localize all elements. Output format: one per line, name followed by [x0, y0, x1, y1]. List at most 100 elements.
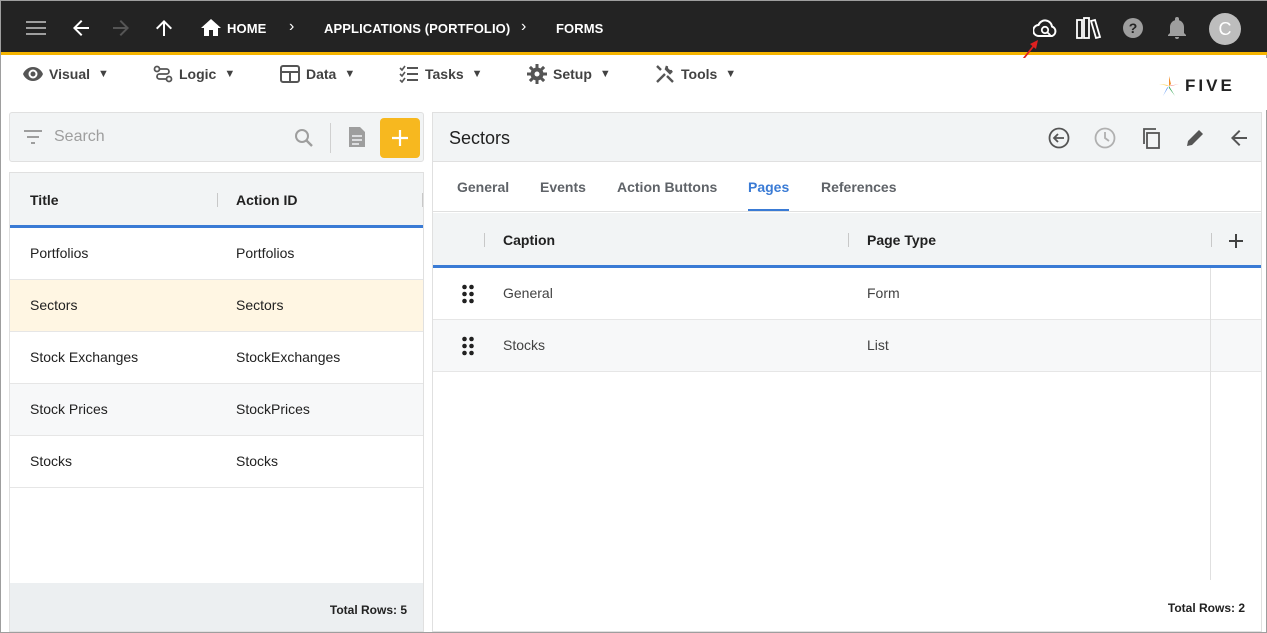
add-button[interactable]: [380, 118, 420, 158]
menu-visual-label: Visual: [49, 66, 90, 82]
row-title: Stocks: [30, 453, 73, 469]
menu-logic[interactable]: Logic ▼: [153, 64, 235, 84]
total-rows-count: Total Rows: 5: [329, 603, 407, 617]
tab-bar: General Events Action Buttons Pages Refe…: [433, 162, 1261, 212]
row-page-type: List: [867, 337, 889, 353]
tab-action-buttons[interactable]: Action Buttons: [617, 179, 717, 209]
library-books-icon[interactable]: [1076, 15, 1102, 41]
filter-icon[interactable]: [24, 130, 42, 144]
cloud-deploy-icon[interactable]: [1032, 15, 1058, 41]
notifications-bell-icon[interactable]: [1164, 15, 1190, 41]
list-row[interactable]: Stock Prices StockPrices: [10, 384, 423, 436]
menu-tools[interactable]: Tools ▼: [655, 64, 736, 84]
plus-icon: [392, 130, 408, 146]
top-bar: HOME › APPLICATIONS (PORTFOLIO) › FORMS …: [1, 1, 1267, 55]
gear-icon: [527, 64, 547, 84]
menu-logic-label: Logic: [179, 66, 217, 82]
drag-handle-icon[interactable]: [461, 336, 475, 356]
menu-data-label: Data: [306, 66, 337, 82]
row-title: Portfolios: [30, 245, 89, 261]
document-icon[interactable]: [348, 126, 366, 148]
list-row[interactable]: Portfolios Portfolios: [10, 228, 423, 280]
history-clock-icon[interactable]: [1092, 125, 1118, 151]
column-divider: [422, 193, 423, 207]
edit-pencil-icon[interactable]: [1182, 125, 1208, 151]
caret-down-icon: ▼: [224, 68, 236, 80]
user-avatar[interactable]: C: [1209, 13, 1241, 45]
column-divider: [484, 233, 485, 247]
tab-references[interactable]: References: [821, 179, 897, 209]
five-logo-mark-icon: [1159, 76, 1179, 96]
revert-icon[interactable]: [1046, 125, 1072, 151]
row-action-id: StockExchanges: [236, 349, 341, 365]
search-divider: [330, 123, 331, 153]
list-row[interactable]: Stock Exchanges StockExchanges: [10, 332, 423, 384]
row-action-id: Stocks: [236, 453, 279, 469]
total-rows-count: Total Rows: 2: [1167, 601, 1245, 615]
row-caption: Stocks: [503, 337, 546, 353]
column-header-action-id[interactable]: Action ID: [236, 192, 297, 208]
menu-setup[interactable]: Setup ▼: [527, 64, 611, 84]
table-row[interactable]: General Form: [433, 268, 1261, 320]
eye-icon: [23, 67, 43, 81]
menu-tasks[interactable]: Tasks ▼: [399, 64, 483, 84]
five-logo: FIVE: [1157, 74, 1235, 98]
search-bar: Search: [9, 112, 424, 162]
close-back-arrow-icon[interactable]: [1226, 125, 1252, 151]
forward-arrow-icon[interactable]: [108, 15, 134, 41]
breadcrumb-separator-icon: ›: [289, 18, 295, 35]
add-page-plus-icon[interactable]: [1228, 233, 1244, 249]
up-arrow-icon[interactable]: [151, 15, 177, 41]
column-divider-line: [1210, 268, 1211, 580]
breadcrumb-applications[interactable]: APPLICATIONS (PORTFOLIO): [324, 21, 510, 36]
list-row[interactable]: Stocks Stocks: [10, 436, 423, 488]
list-row-selected[interactable]: Sectors Sectors: [10, 280, 423, 332]
breadcrumb-forms[interactable]: FORMS: [556, 21, 603, 36]
column-header-page-type[interactable]: Page Type: [867, 232, 936, 248]
help-icon[interactable]: ?: [1120, 15, 1146, 41]
hamburger-menu-icon[interactable]: [23, 15, 49, 41]
search-input[interactable]: Search: [54, 128, 105, 146]
menu-data[interactable]: Data ▼: [280, 64, 355, 84]
breadcrumb-separator-icon: ›: [521, 18, 527, 35]
search-icon[interactable]: [294, 128, 314, 148]
column-header-title[interactable]: Title: [30, 192, 59, 208]
tab-pages[interactable]: Pages: [748, 179, 790, 211]
menu-tools-label: Tools: [681, 66, 718, 82]
row-title: Sectors: [30, 297, 78, 313]
table-icon: [280, 65, 300, 83]
column-divider: [848, 233, 849, 247]
menu-bar: Visual ▼ Logic ▼ Data ▼ Tasks ▼ Setup ▼ …: [1, 58, 1267, 110]
row-page-type: Form: [867, 285, 900, 301]
breadcrumb-home[interactable]: HOME: [227, 21, 266, 36]
menu-visual[interactable]: Visual ▼: [23, 64, 109, 84]
list-header: Title Action ID: [10, 173, 423, 228]
caret-down-icon: ▼: [725, 68, 737, 80]
page-title: Sectors: [449, 128, 511, 148]
home-icon[interactable]: [198, 15, 224, 41]
table-row[interactable]: Stocks List: [433, 320, 1261, 372]
row-caption: General: [503, 285, 553, 301]
caret-down-icon: ▼: [344, 68, 356, 80]
wrench-icon: [656, 65, 674, 83]
copy-icon[interactable]: [1138, 125, 1164, 151]
row-action-id: Sectors: [236, 297, 284, 313]
checklist-icon: [399, 65, 418, 83]
menu-setup-label: Setup: [553, 66, 592, 82]
column-header-caption[interactable]: Caption: [503, 232, 555, 248]
detail-panel: Sectors General Events Action Buttons Pa…: [432, 112, 1262, 632]
drag-handle-icon[interactable]: [461, 284, 475, 304]
row-action-id: Portfolios: [236, 245, 295, 261]
svg-text:?: ?: [1129, 20, 1138, 36]
menu-tasks-label: Tasks: [425, 66, 464, 82]
flow-icon: [153, 65, 173, 83]
back-arrow-icon[interactable]: [68, 15, 94, 41]
row-action-id: StockPrices: [236, 401, 310, 417]
row-title: Stock Prices: [30, 401, 108, 417]
left-panel: Search Title Action ID Portfolios Portfo…: [9, 112, 424, 632]
tab-events[interactable]: Events: [540, 179, 586, 209]
caret-down-icon: ▼: [471, 68, 483, 80]
tab-general[interactable]: General: [457, 179, 509, 209]
list-footer: Total Rows: 5: [10, 583, 423, 631]
logo-text: FIVE: [1185, 76, 1235, 95]
